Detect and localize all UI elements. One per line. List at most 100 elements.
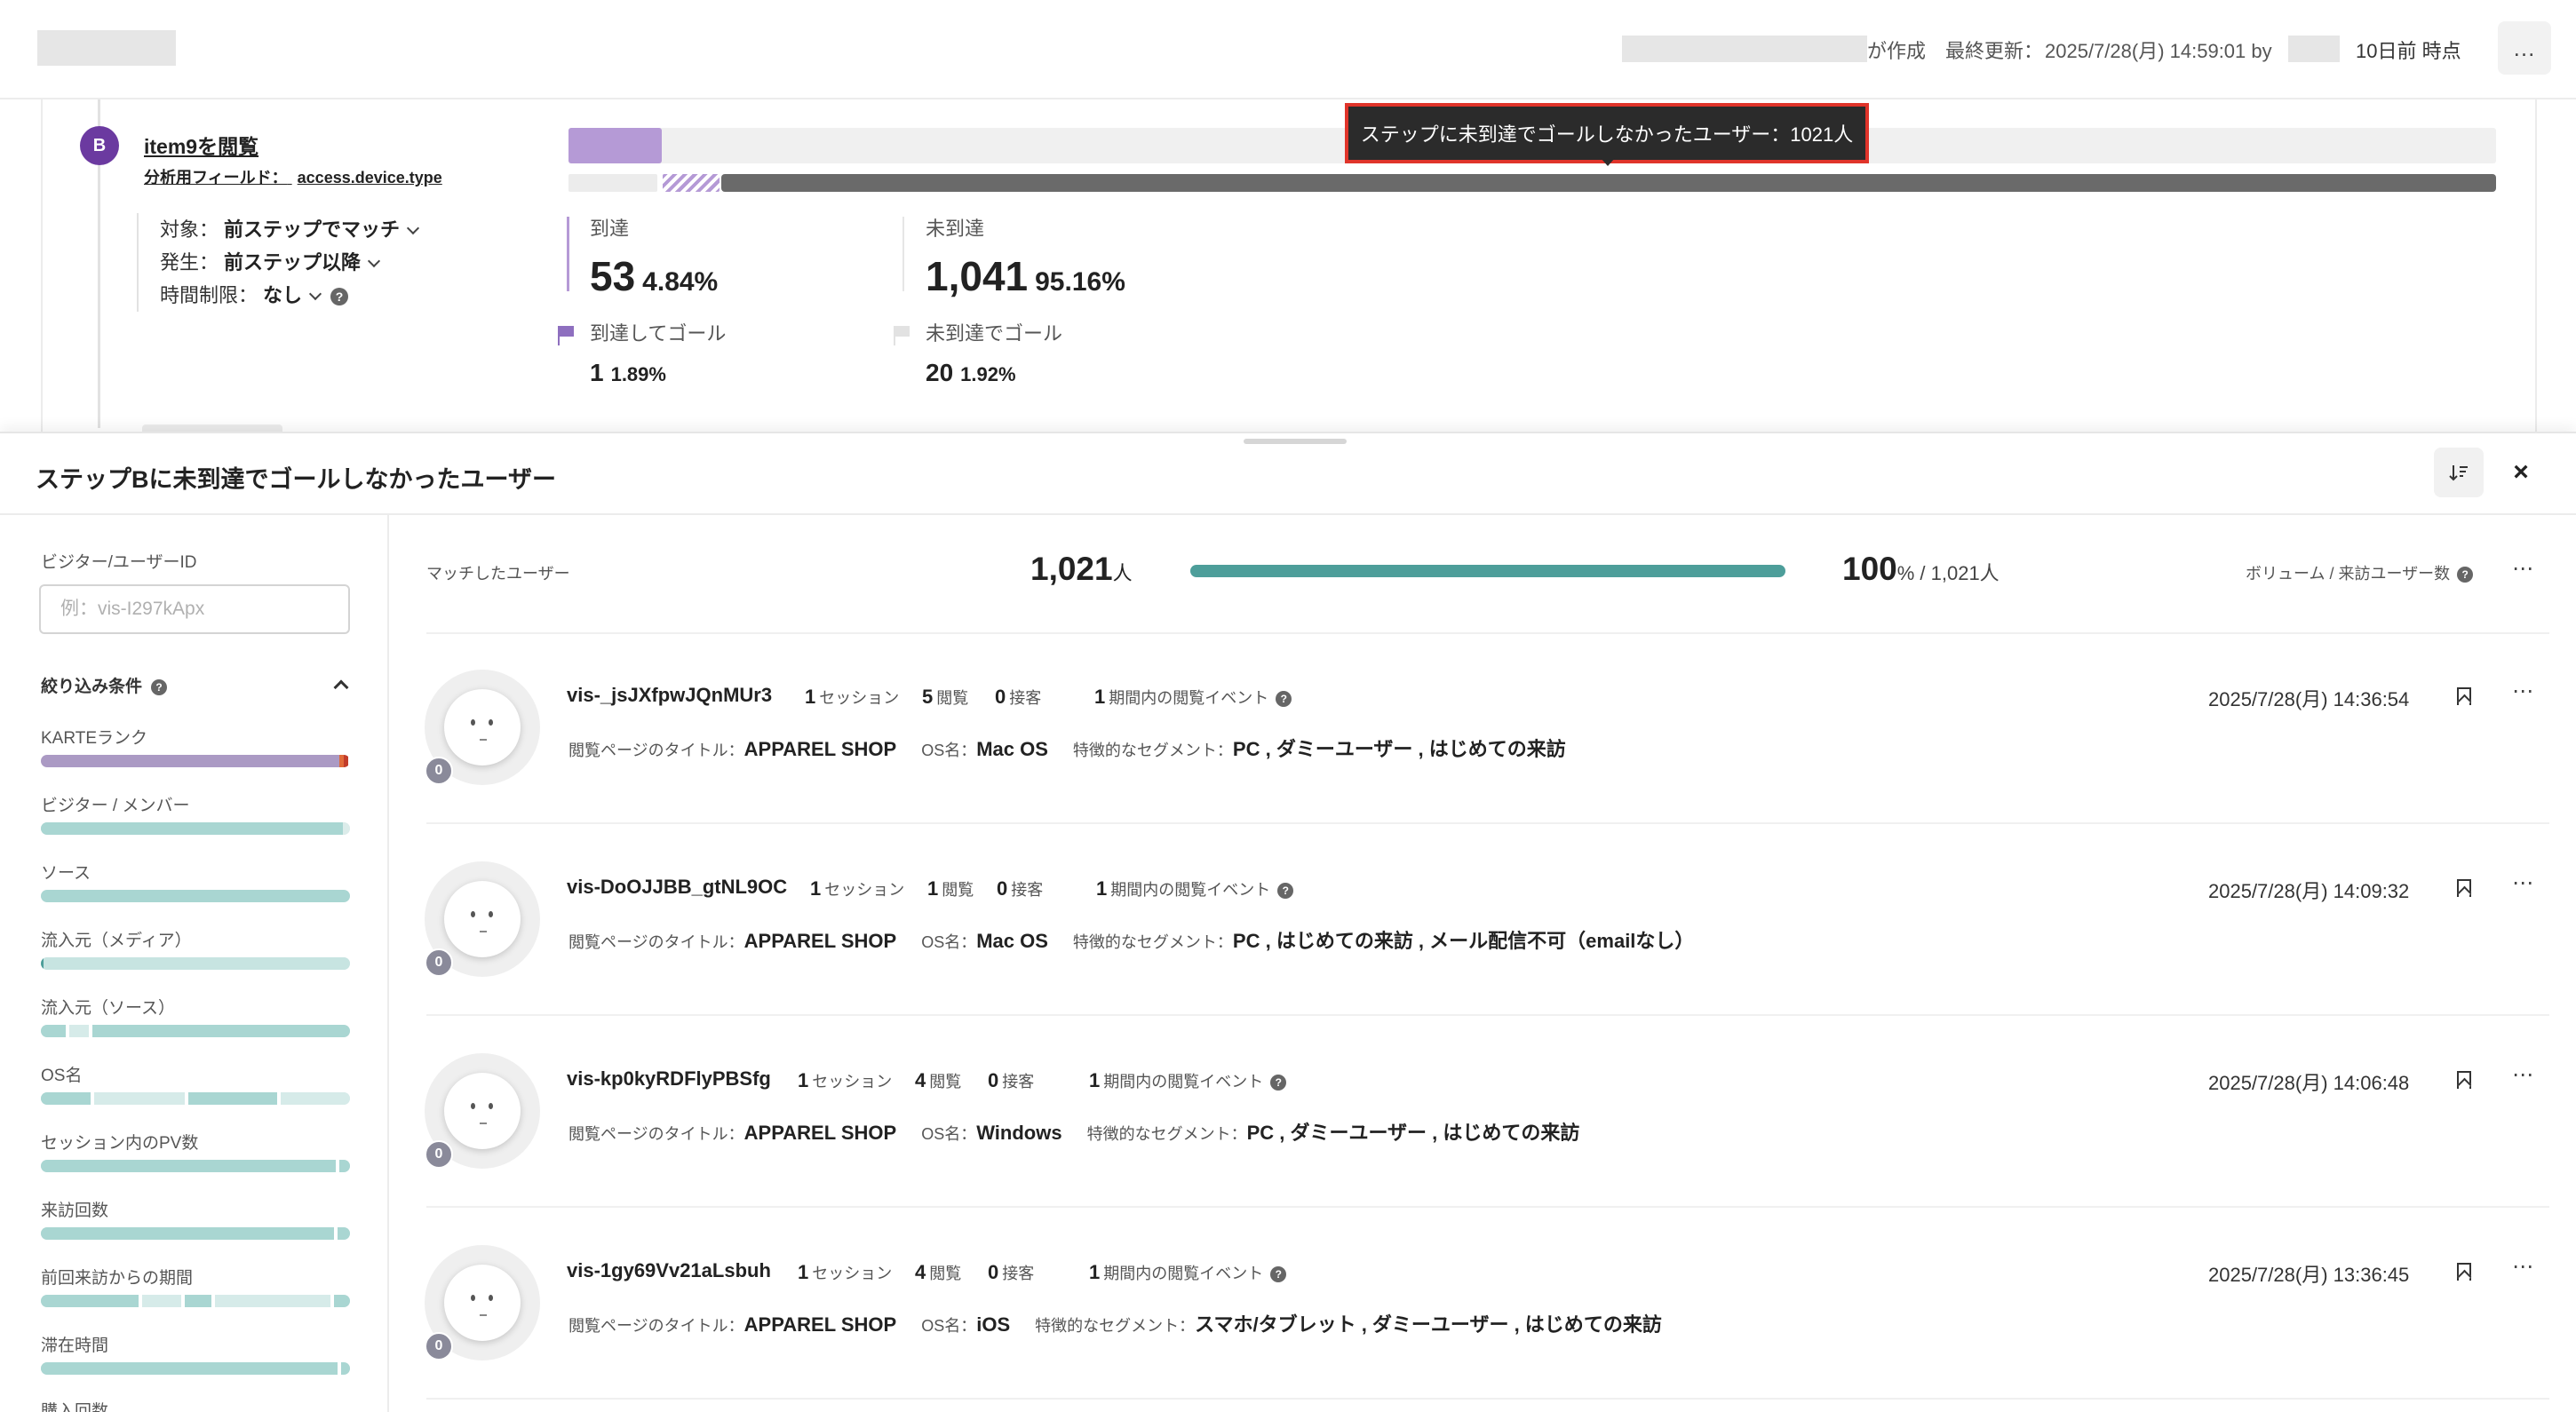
target-option[interactable]: 対象： 前ステップでマッチ: [160, 213, 420, 246]
help-icon[interactable]: ?: [1270, 1266, 1287, 1283]
not-reached-goal-count: 20: [926, 359, 954, 386]
visitor-id-link[interactable]: vis-_jsJXfpwJQnMUr3: [567, 684, 772, 707]
time-limit-label: 時間制限：: [160, 284, 258, 306]
matched-users-count: 1,021人: [1030, 551, 1133, 587]
filter-label: ソース: [41, 864, 91, 883]
drawer-drag-handle[interactable]: [1244, 439, 1347, 444]
row-more-button[interactable]: ⋯: [2512, 678, 2534, 704]
close-drawer-button[interactable]: ×: [2501, 453, 2540, 492]
analysis-field-link[interactable]: 分析用フィールド： access.device.type: [144, 165, 442, 188]
pageview-count: 4 閲覧: [915, 1069, 962, 1091]
help-icon[interactable]: ?: [1277, 883, 1294, 900]
row-more-button[interactable]: ⋯: [2512, 1062, 2534, 1088]
sort-button[interactable]: [2434, 448, 2484, 497]
row-more-button[interactable]: ⋯: [2512, 1254, 2534, 1280]
filter-label: 購入回数: [41, 1402, 109, 1412]
avatar-rank-badge: 0: [425, 1140, 453, 1169]
not-reached-pct: 95.16%: [1035, 267, 1125, 297]
not-reached-nogoal-bar[interactable]: [721, 174, 2496, 192]
session-count: 1 セッション: [810, 877, 905, 900]
source-bar[interactable]: [41, 890, 350, 902]
header-more-button[interactable]: …: [2498, 21, 2551, 75]
last-access-date: 2025/7/28(月) 14:06:48: [2208, 1072, 2410, 1094]
filter-section-header[interactable]: 絞り込み条件?: [41, 673, 168, 697]
matched-users-bar: [1190, 565, 1785, 577]
session-count: 1 セッション: [805, 686, 900, 708]
analysis-field-value: access.device.type: [297, 169, 442, 186]
visit-count-bar[interactable]: [41, 1227, 350, 1240]
filter-label: 流入元（ソース）: [41, 999, 176, 1018]
row-more-button[interactable]: ⋯: [2512, 870, 2534, 896]
help-icon[interactable]: ?: [1270, 1075, 1287, 1091]
visitor-id-input[interactable]: [39, 584, 350, 634]
target-value: 前ステップでマッチ: [224, 218, 401, 241]
referrer-media-bar[interactable]: [41, 957, 350, 970]
contact-count: 0 接客: [988, 1261, 1035, 1283]
last-access-date: 2025/7/28(月) 13:36:45: [2208, 1264, 2410, 1286]
bookmark-icon[interactable]: [2457, 1071, 2471, 1089]
avatar-face-icon: [444, 881, 521, 957]
list-divider: [426, 632, 2549, 634]
matched-users-pct: 100% / 1,021人: [1842, 551, 2000, 587]
page-title-detail: 閲覧ページのタイトル：APPAREL SHOP OS名：Mac OS 特徴的なセグメ…: [568, 738, 1566, 760]
os-name-bar[interactable]: [41, 1092, 350, 1105]
since-last-visit-bar[interactable]: [41, 1295, 350, 1307]
page-title-detail: 閲覧ページのタイトル：APPAREL SHOP OS名：Mac OS 特徴的なセグメ…: [568, 930, 1695, 952]
time-limit-option[interactable]: 時間制限： なし?: [160, 279, 417, 312]
reached-goal-count: 1: [590, 359, 604, 386]
session-pv-bar[interactable]: [41, 1160, 350, 1172]
visitor-id-link[interactable]: vis-kp0kyRDFlyPBSfg: [567, 1067, 771, 1091]
reached-count: 53: [590, 253, 636, 299]
visitor-id-link[interactable]: vis-1gy69Vv21aLsbuh: [567, 1259, 771, 1282]
reached-goal-bar[interactable]: [568, 174, 657, 192]
unit-label: 人: [1112, 562, 1133, 584]
redacted-title: [37, 30, 176, 66]
list-divider: [426, 822, 2549, 824]
visitor-member-bar[interactable]: [41, 822, 350, 835]
help-icon[interactable]: ?: [2457, 567, 2474, 583]
referrer-source-bar[interactable]: [41, 1025, 350, 1037]
tooltip-arrow: [1601, 158, 1615, 166]
bookmark-icon[interactable]: [2457, 1263, 2471, 1281]
summary-more-button[interactable]: ⋯: [2512, 556, 2534, 582]
session-count: 1 セッション: [798, 1261, 893, 1283]
funnel-bar-reached[interactable]: [568, 128, 662, 163]
not-reached-value: 1,041 95.16%: [926, 252, 1125, 300]
avatar-rank-badge: 0: [425, 948, 453, 977]
help-icon[interactable]: ?: [1276, 691, 1292, 708]
more-icon: …: [2512, 34, 2537, 61]
bookmark-icon[interactable]: [2457, 687, 2471, 705]
not-reached-stat: 未到達 1,041 95.16%: [926, 213, 1125, 300]
filter-label: OS名: [41, 1067, 83, 1085]
bookmark-icon[interactable]: [2457, 879, 2471, 897]
chevron-down-icon: [367, 254, 381, 268]
user-list-drawer: [0, 432, 2576, 1412]
sidebar-divider: [387, 515, 389, 1412]
created-suffix: が作成: [1867, 40, 1927, 62]
pageview-count: 4 閲覧: [915, 1261, 962, 1283]
stay-time-bar[interactable]: [41, 1362, 350, 1375]
pct-suffix: % / 1,021人: [1896, 562, 2000, 584]
help-icon[interactable]: ?: [151, 678, 168, 695]
pageview-count: 5 閲覧: [922, 686, 969, 708]
list-divider: [426, 1206, 2549, 1208]
list-divider: [426, 1398, 2549, 1400]
last-access-date: 2025/7/28(月) 14:09:32: [2208, 880, 2410, 902]
reached-goal-value: 1 1.89%: [590, 359, 726, 387]
period-event-count: 1 期間内の閲覧イベント?: [1094, 686, 1292, 709]
list-divider: [426, 1014, 2549, 1016]
karte-rank-bar[interactable]: [41, 755, 350, 767]
visitor-id-link[interactable]: vis-DoOJJBB_gtNL9OC: [567, 876, 787, 899]
last-updated-value: 2025/7/28(月) 14:59:01 by: [2045, 40, 2272, 62]
help-icon[interactable]: ?: [330, 288, 349, 306]
flag-icon: [558, 326, 574, 346]
step-title-link[interactable]: item9を閲覧: [144, 130, 258, 160]
not-reached-label: 未到達: [926, 218, 985, 240]
period-event-count: 1 期間内の閲覧イベント?: [1096, 877, 1294, 900]
reached-label: 到達: [590, 218, 630, 240]
occurrence-option[interactable]: 発生： 前ステップ以降: [160, 246, 417, 279]
filter-label: 来訪回数: [41, 1202, 109, 1220]
not-reached-goal-stat: 未到達でゴール 20 1.92%: [894, 318, 1062, 387]
reached-nogoal-bar[interactable]: [663, 174, 720, 192]
reached-stat: 到達 53 4.84%: [590, 213, 718, 300]
